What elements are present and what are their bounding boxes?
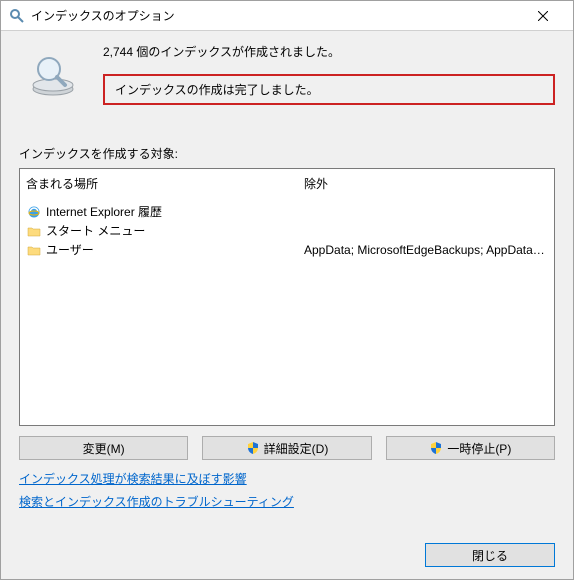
included-locations-list: 含まれる場所 除外 Internet Explorer 履歴 スタート メニュー — [19, 168, 555, 426]
client-area: 2,744 個のインデックスが作成されました。 インデックスの作成は完了しました… — [1, 31, 573, 579]
folder-icon — [26, 223, 42, 239]
list-header: 含まれる場所 除外 — [20, 169, 554, 202]
ie-icon — [26, 204, 42, 220]
titlebar: インデックスのオプション — [1, 1, 573, 31]
button-label: 閉じる — [472, 547, 508, 564]
header-area: 2,744 個のインデックスが作成されました。 インデックスの作成は完了しました… — [19, 43, 555, 107]
app-icon — [9, 8, 25, 24]
targets-label: インデックスを作成する対象: — [19, 145, 555, 162]
shield-icon — [429, 441, 443, 455]
button-label: 一時停止(P) — [447, 440, 511, 457]
folder-icon — [26, 242, 42, 258]
list-item[interactable]: スタート メニュー — [20, 221, 554, 240]
list-item-label: スタート メニュー — [46, 222, 304, 239]
close-icon — [538, 11, 548, 21]
footer: 閉じる — [19, 535, 555, 567]
advanced-button[interactable]: 詳細設定(D) — [202, 436, 371, 460]
indexing-impact-link[interactable]: インデックス処理が検索結果に及ぼす影響 — [19, 470, 247, 487]
column-location: 含まれる場所 — [26, 175, 304, 192]
modify-button[interactable]: 変更(M) — [19, 436, 188, 460]
index-count-text: 2,744 個のインデックスが作成されました。 — [103, 43, 555, 60]
list-item-label: Internet Explorer 履歴 — [46, 203, 304, 220]
pause-button[interactable]: 一時停止(P) — [386, 436, 555, 460]
close-button[interactable]: 閉じる — [425, 543, 555, 567]
buttons-row: 変更(M) 詳細設定(D) 一時停止(P) — [19, 436, 555, 460]
troubleshoot-link[interactable]: 検索とインデックス作成のトラブルシューティング — [19, 493, 294, 510]
index-drive-icon — [29, 51, 77, 99]
list-item-exclude: AppData; MicrosoftEdgeBackups; AppData; … — [304, 243, 548, 257]
index-status-text: インデックスの作成は完了しました。 — [103, 74, 555, 105]
window-close-button[interactable] — [520, 1, 565, 30]
help-links: インデックス処理が検索結果に及ぼす影響 検索とインデックス作成のトラブルシューテ… — [19, 470, 555, 510]
window-title: インデックスのオプション — [31, 7, 520, 24]
list-item[interactable]: ユーザー AppData; MicrosoftEdgeBackups; AppD… — [20, 240, 554, 259]
button-label: 詳細設定(D) — [264, 440, 329, 457]
indexing-options-window: インデックスのオプション 2,744 個のインデックスが作成されました。 インデ… — [0, 0, 574, 580]
list-item[interactable]: Internet Explorer 履歴 — [20, 202, 554, 221]
column-exclude: 除外 — [304, 175, 548, 192]
list-item-label: ユーザー — [46, 241, 304, 258]
shield-icon — [246, 441, 260, 455]
button-label: 変更(M) — [83, 440, 125, 457]
